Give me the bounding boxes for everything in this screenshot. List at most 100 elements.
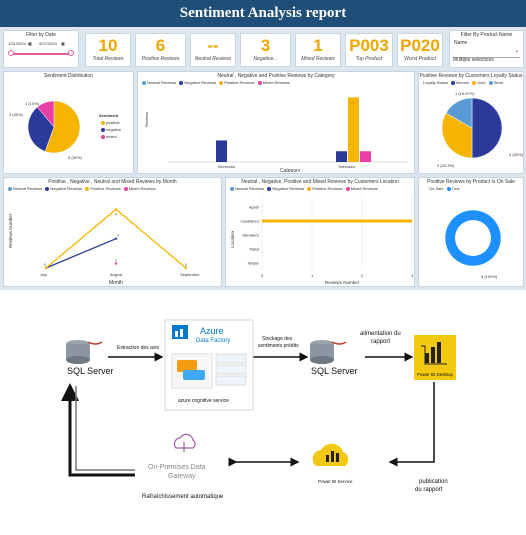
bar bbox=[262, 219, 412, 223]
y-tick-label: Rabat bbox=[250, 248, 259, 252]
card-label: Total Reviews bbox=[92, 56, 124, 62]
sentiment-distribution-visual[interactable]: Sentiment Distribution 5 (50%) 3 (30%) 1 (… bbox=[3, 71, 134, 174]
data-label: 6 (100%) bbox=[481, 274, 498, 279]
y-axis-label: Location bbox=[230, 230, 235, 248]
card-label: Worst Product bbox=[404, 56, 436, 62]
month-line-chart[interactable]: Reviews Number Month July August September 0 2… bbox=[4, 178, 223, 286]
card-value: P003 bbox=[349, 36, 389, 55]
alimentation-label: alimentation du rapport bbox=[360, 331, 401, 345]
y-tick-label: Marrakech bbox=[242, 234, 259, 238]
dashboard: Sentiment Analysis report Filter by Date… bbox=[0, 0, 526, 290]
card-worst-product: P020 Worst Product bbox=[397, 33, 443, 67]
card-negative-reviews: 3 Negative... bbox=[240, 33, 291, 67]
on-sale-visual[interactable]: Positive Reviews by Product Is On Sale O… bbox=[418, 177, 524, 287]
card-label: Positive Reviews bbox=[141, 56, 180, 62]
card-value: 3 bbox=[260, 36, 271, 55]
product-filter-dropdown[interactable]: Multiple selections ⌄ bbox=[453, 48, 520, 63]
data-point bbox=[114, 262, 118, 265]
legend-label: mixed bbox=[106, 134, 117, 139]
x-axis-label: Reviews Number bbox=[325, 280, 360, 285]
bar bbox=[348, 97, 359, 162]
legend-item-negative[interactable]: negative bbox=[99, 126, 121, 133]
card-label: Mixed Reviews bbox=[301, 56, 335, 62]
pie-slice bbox=[471, 97, 503, 159]
data-label: 1 (10%) bbox=[25, 101, 40, 106]
x-tick-label: Televisions bbox=[338, 165, 355, 169]
calendar-icon[interactable]: ▦ bbox=[28, 41, 32, 46]
legend-item-positive[interactable]: positive bbox=[99, 119, 121, 126]
database-icon bbox=[310, 340, 347, 364]
data-factory-icon bbox=[172, 325, 188, 339]
x-tick-label: 2 bbox=[361, 273, 364, 278]
data-point bbox=[114, 208, 118, 211]
power-bi-service-icon bbox=[312, 443, 349, 466]
y-tick-label: Casablanca bbox=[241, 220, 260, 224]
architecture-diagram: SQL Server Extraction des avis Azure Dat… bbox=[61, 319, 456, 500]
sql-server-label: SQL Server bbox=[311, 366, 358, 376]
series-line bbox=[45, 238, 117, 269]
product-filter-field: Name bbox=[454, 40, 468, 46]
date-filter-title: Filter by Date bbox=[26, 32, 56, 38]
power-bi-service-label: Power BI Service bbox=[318, 479, 353, 484]
cloud-upload-icon bbox=[173, 433, 196, 452]
legend-title: Sentiment bbox=[99, 113, 119, 118]
power-bi-desktop-label: Power BI Desktop bbox=[417, 372, 454, 377]
card-value: 1 bbox=[313, 36, 323, 55]
location-bar-chart[interactable]: Location Reviews Number 0 1 2 3 Agadir Casablan… bbox=[226, 178, 416, 286]
card-positive-reviews: 6 Positive Reviews bbox=[135, 33, 186, 67]
data-label: 2 (33.3%) bbox=[437, 163, 455, 168]
chevron-down-icon[interactable]: ⌄ bbox=[515, 48, 519, 54]
date-filter[interactable]: Filter by Date 1/31/2024 ▦ 9/27/2024 ▦ bbox=[3, 30, 79, 68]
product-filter-title: Filter By Product Name bbox=[460, 32, 513, 38]
card-value: -- bbox=[207, 36, 219, 55]
x-tick-label: 3 bbox=[411, 273, 414, 278]
product-filter-value: Multiple selections bbox=[453, 57, 494, 63]
product-filter[interactable]: Filter By Product Name Name Multiple sel… bbox=[449, 30, 524, 68]
date-slider-handle-end[interactable] bbox=[68, 50, 74, 56]
data-label: 1 bbox=[115, 259, 117, 263]
cognitive-service-icon bbox=[171, 353, 247, 389]
card-total-reviews: 10 Total Reviews bbox=[85, 33, 131, 67]
date-start-input[interactable]: 1/31/2024 bbox=[8, 41, 26, 46]
reviews-by-category-visual[interactable]: Neutral , Negative and Positive Reviews … bbox=[137, 71, 415, 174]
data-label: 3 (30%) bbox=[9, 112, 24, 117]
x-tick-label: August bbox=[110, 272, 123, 277]
reviews-by-location-visual[interactable]: Neutral , Negative, Positive and Mixed R… bbox=[225, 177, 415, 287]
card-value: 6 bbox=[155, 36, 166, 55]
category-bar-chart[interactable]: Reviews Category Electronics Televisions bbox=[138, 72, 416, 172]
legend-item-mixed[interactable]: mixed bbox=[99, 133, 121, 140]
bar bbox=[336, 151, 347, 162]
loyalty-pie-chart[interactable]: 3 (50%) 2 (33.3%) 1 (16.67%) bbox=[419, 72, 525, 172]
data-point bbox=[184, 266, 188, 270]
x-tick-label: September bbox=[180, 272, 200, 277]
date-slider-track[interactable] bbox=[10, 53, 72, 55]
y-tick-label: Agadir bbox=[249, 206, 260, 210]
reviews-by-month-visual[interactable]: Positive , Negative , Neutral and Mixed … bbox=[3, 177, 222, 287]
card-label: Negative... bbox=[253, 56, 278, 62]
data-label: 5 (50%) bbox=[68, 155, 83, 160]
x-tick-label: Electronics bbox=[218, 165, 235, 169]
y-tick-label: Tangier bbox=[248, 262, 260, 266]
on-sale-donut-chart[interactable]: 6 (100%) bbox=[419, 178, 525, 286]
calendar-icon[interactable]: ▦ bbox=[61, 41, 65, 46]
legend-label: positive bbox=[106, 120, 120, 125]
card-neutral-reviews: -- Neutral Reviews bbox=[190, 33, 236, 67]
x-axis-label: Month bbox=[109, 280, 123, 286]
data-label: 4 bbox=[115, 212, 117, 216]
stockage-label: Stockage des sentiments prédits bbox=[258, 336, 299, 349]
data-label: 2 bbox=[117, 234, 119, 238]
data-point bbox=[44, 266, 48, 270]
date-end-input[interactable]: 9/27/2024 bbox=[39, 41, 57, 46]
data-factory-label: Data Factory bbox=[196, 338, 230, 344]
card-top-product: P003 Top Product bbox=[345, 33, 393, 67]
database-icon bbox=[66, 340, 103, 364]
bar bbox=[216, 140, 227, 162]
loyalty-status-visual[interactable]: Positive Reviews by Customers Loyalty St… bbox=[418, 71, 524, 174]
y-axis-label: Reviews Number bbox=[8, 213, 13, 248]
gateway-label: On-Premises Data Gateway bbox=[148, 464, 206, 480]
azure-label: Azure bbox=[200, 326, 224, 336]
date-slider-handle-start[interactable] bbox=[8, 50, 14, 56]
data-label: 3 (50%) bbox=[509, 152, 524, 157]
y-axis-label: Reviews bbox=[144, 112, 149, 127]
sentiment-legend: Sentiment positive negative mixed bbox=[99, 112, 121, 140]
